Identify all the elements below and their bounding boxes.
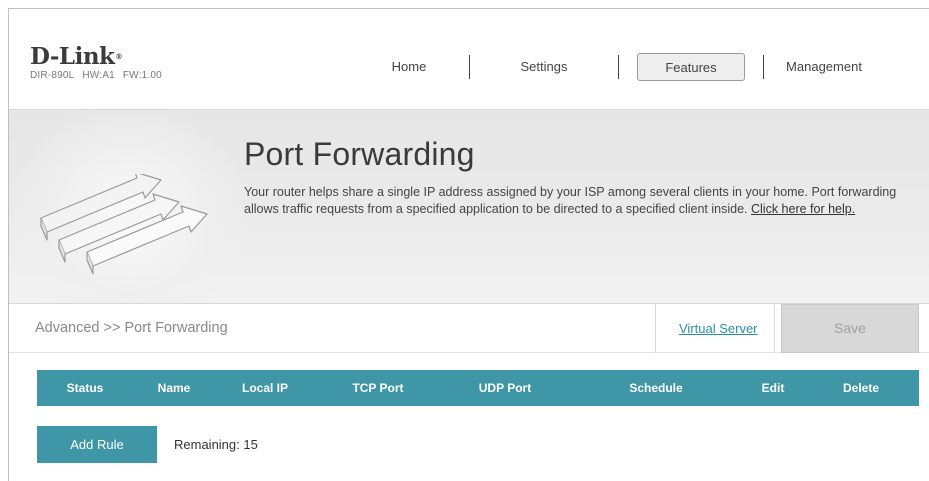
breadcrumb: Advanced >> Port Forwarding [35, 320, 228, 336]
save-button[interactable]: Save [781, 304, 919, 353]
column-header-status: Status [66, 381, 104, 395]
column-header-udp-port: UDP Port [478, 381, 532, 395]
main-nav: Home Settings Features Management [349, 51, 884, 83]
virtual-server-tab: Virtual Server [655, 304, 775, 353]
device-info: DIR-890L HW:A1 FW:1.00 [30, 70, 167, 81]
column-header-edit: Edit [761, 381, 785, 395]
nav-management[interactable]: Management [764, 53, 884, 81]
page-banner: Port Forwarding Your router helps share … [9, 109, 929, 304]
add-rule-button[interactable]: Add Rule [37, 426, 157, 463]
registered-mark: ® [115, 52, 123, 61]
column-header-name: Name [157, 381, 191, 395]
column-header-local-ip: Local IP [241, 381, 288, 395]
section-bar: Advanced >> Port Forwarding Virtual Serv… [9, 303, 929, 353]
port-forwarding-arrows-icon [40, 174, 208, 274]
rules-table-header: Status Name Local IP TCP Port UDP Port S… [37, 370, 919, 406]
nav-separator [618, 55, 619, 79]
router-admin-page: D-Link® DIR-890L HW:A1 FW:1.00 Home Sett… [8, 8, 929, 481]
nav-features[interactable]: Features [637, 53, 745, 81]
virtual-server-link[interactable]: Virtual Server [679, 321, 758, 336]
help-link[interactable]: Click here for help. [751, 202, 855, 216]
header: D-Link® DIR-890L HW:A1 FW:1.00 Home Sett… [9, 9, 929, 109]
page-title: Port Forwarding [244, 136, 475, 172]
nav-settings[interactable]: Settings [470, 53, 618, 81]
remaining-count: Remaining: 15 [174, 437, 258, 452]
dlink-logo: D-Link® DIR-890L HW:A1 FW:1.00 [30, 43, 167, 81]
firmware-version: FW:1.00 [122, 70, 162, 81]
page-description: Your router helps share a single IP addr… [244, 184, 916, 218]
column-header-tcp-port: TCP Port [352, 381, 404, 395]
brand-name: D-Link [30, 43, 115, 70]
hardware-version: HW:A1 [82, 70, 115, 81]
column-header-schedule: Schedule [629, 381, 683, 395]
nav-home[interactable]: Home [349, 53, 469, 81]
model-number: DIR-890L [30, 70, 75, 81]
column-header-delete: Delete [842, 381, 880, 395]
